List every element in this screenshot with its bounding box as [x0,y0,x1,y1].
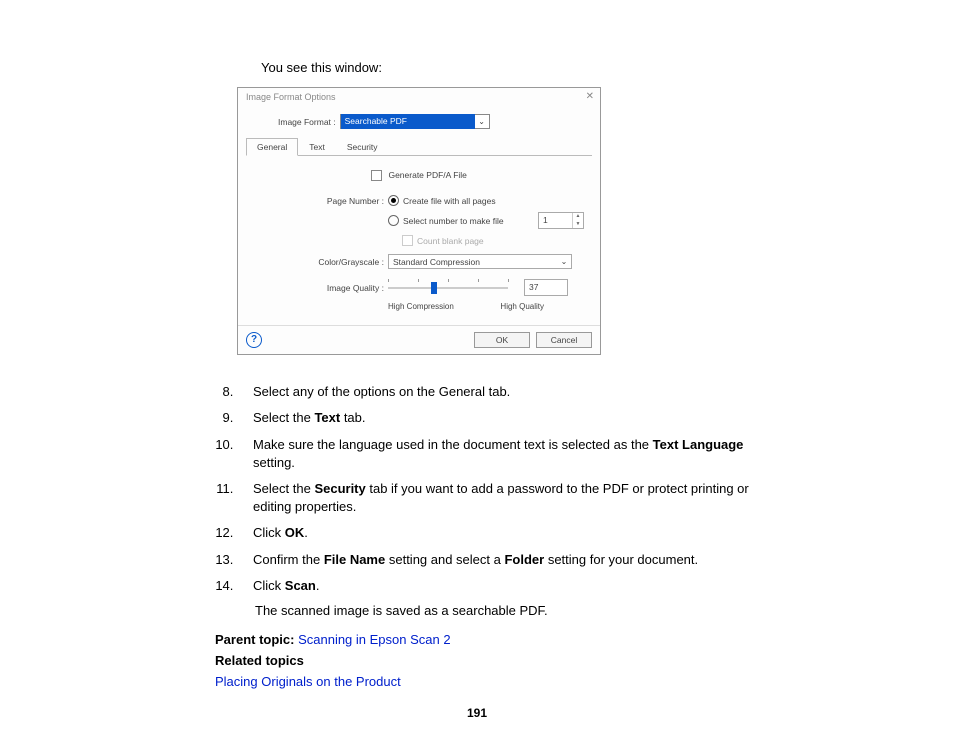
slider-thumb-icon[interactable] [431,282,437,294]
tab-security[interactable]: Security [336,138,389,156]
page-number: 191 [0,706,954,720]
spinner-arrows-icon[interactable]: ▲▼ [572,213,583,228]
radio-select-number-label: Select number to make file [403,216,504,226]
page-count-value: 1 [539,213,572,228]
image-format-value: Searchable PDF [341,114,475,129]
color-grayscale-label: Color/Grayscale : [254,257,388,267]
help-icon[interactable]: ? [246,332,262,348]
image-format-select[interactable]: Searchable PDF ⌄ [340,114,490,129]
step-13: Confirm the File Name setting and select… [237,551,754,569]
result-note: The scanned image is saved as a searchab… [255,603,754,618]
radio-all-pages[interactable] [388,195,399,206]
high-compression-label: High Compression [388,302,454,311]
step-8: Select any of the options on the General… [237,383,754,401]
step-11: Select the Security tab if you want to a… [237,480,754,516]
cancel-button[interactable]: Cancel [536,332,592,348]
count-blank-label: Count blank page [417,236,484,246]
page-number-label: Page Number : [254,196,388,206]
generate-pdfa-label: Generate PDF/A File [388,170,466,180]
close-icon[interactable]: ✕ [586,91,594,102]
image-format-options-dialog: Image Format Options ✕ Image Format : Se… [237,87,601,355]
dialog-titlebar: Image Format Options ✕ [238,88,600,106]
instruction-list: Select any of the options on the General… [215,383,754,595]
image-quality-slider[interactable] [388,281,508,295]
image-quality-label: Image Quality : [254,283,388,293]
count-blank-checkbox [402,235,413,246]
image-format-label: Image Format : [278,117,336,127]
tab-text[interactable]: Text [298,138,336,156]
image-quality-value[interactable]: 37 [524,279,568,296]
intro-text: You see this window: [261,60,754,75]
dialog-title: Image Format Options [246,92,336,102]
step-14: Click Scan. [237,577,754,595]
page-count-spinner[interactable]: 1 ▲▼ [538,212,584,229]
step-9: Select the Text tab. [237,409,754,427]
chevron-down-icon: ⌄ [475,117,489,126]
color-grayscale-value: Standard Compression [389,257,557,267]
related-topic-link[interactable]: Placing Originals on the Product [215,674,754,689]
parent-topic: Parent topic: Scanning in Epson Scan 2 [215,632,754,647]
step-10: Make sure the language used in the docum… [237,436,754,472]
tabs: General Text Security [246,137,592,156]
parent-topic-link[interactable]: Scanning in Epson Scan 2 [298,632,451,647]
color-grayscale-select[interactable]: Standard Compression ⌄ [388,254,572,269]
generate-pdfa-checkbox[interactable] [371,170,382,181]
related-topics-heading: Related topics [215,653,754,668]
chevron-down-icon: ⌄ [557,257,571,266]
tab-general[interactable]: General [246,138,298,156]
radio-select-number[interactable] [388,215,399,226]
high-quality-label: High Quality [500,302,544,311]
ok-button[interactable]: OK [474,332,530,348]
radio-all-pages-label: Create file with all pages [403,196,496,206]
step-12: Click OK. [237,524,754,542]
